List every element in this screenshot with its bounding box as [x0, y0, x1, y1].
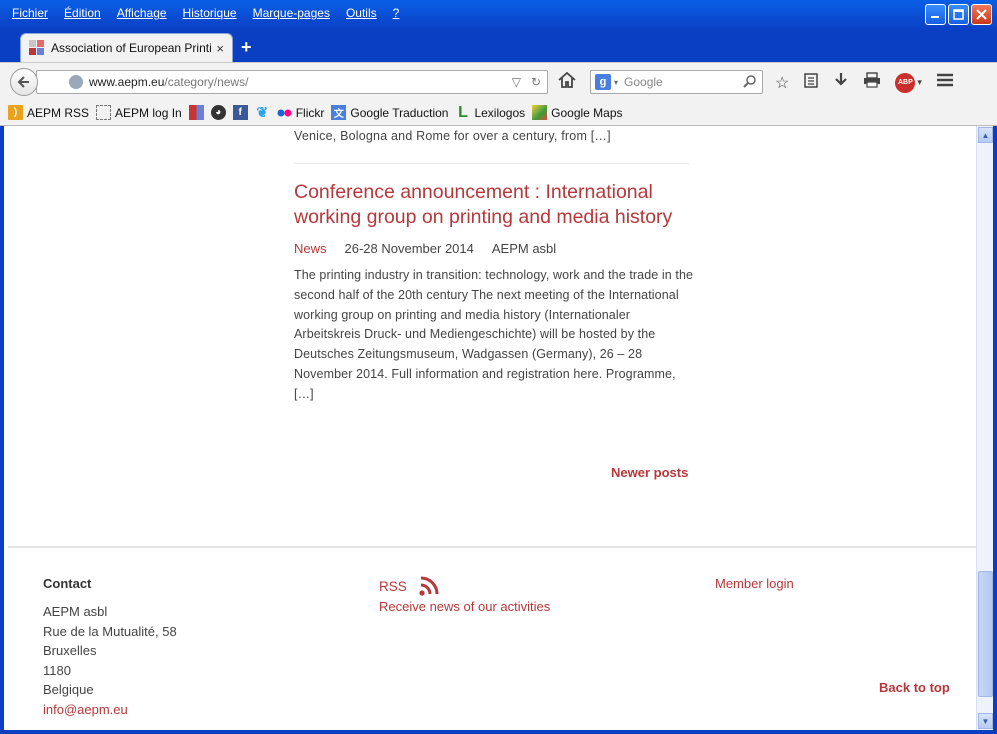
translate-icon: 文 — [331, 105, 347, 120]
bookmark-star-icon[interactable]: ☆ — [775, 73, 789, 93]
footer-divider — [8, 546, 976, 548]
menu-affichage[interactable]: Affichage — [109, 4, 175, 24]
url-host: www.aepm.eu — [89, 75, 165, 89]
bookmark-facebook[interactable]: f — [232, 105, 248, 120]
tab-close-icon[interactable]: × — [216, 41, 224, 56]
engine-dropdown-icon[interactable]: ▾ — [614, 78, 618, 87]
post-meta: News 26-28 November 2014 AEPM asbl — [294, 241, 556, 256]
search-bar[interactable]: g ▾ Google — [590, 70, 763, 94]
menu-historique[interactable]: Historique — [175, 4, 245, 24]
url-bar[interactable]: www.aepm.eu/category/news/ ▽ ↻ — [36, 70, 548, 94]
back-to-top-link[interactable]: Back to top — [879, 680, 950, 695]
bookmark-lexilogos[interactable]: L Lexilogos — [455, 103, 525, 121]
bookmark-aepm-rss[interactable]: ) AEPM RSS — [8, 105, 89, 120]
maps-icon — [532, 105, 548, 120]
bookmark-google-maps[interactable]: Google Maps — [532, 105, 623, 120]
bookmark-twitter[interactable]: ❦ — [255, 104, 270, 120]
url-path: /category/news/ — [164, 75, 249, 89]
post-excerpt: The printing industry in transition: tec… — [294, 268, 694, 401]
post-author: AEPM asbl — [491, 241, 557, 256]
rss-label: RSS — [379, 578, 407, 594]
bookmark-google-traduction[interactable]: 文 Google Traduction — [331, 105, 448, 120]
search-placeholder: Google — [624, 75, 663, 89]
tab-title: Association of European Printi... — [51, 41, 213, 55]
menu-help[interactable]: ? — [385, 4, 408, 24]
globe-icon — [69, 75, 83, 89]
scroll-thumb[interactable] — [978, 571, 993, 697]
page-viewport: Venice, Bologna and Rome for over a cent… — [4, 126, 993, 730]
download-icon[interactable] — [833, 72, 849, 93]
adblock-dropdown-icon[interactable]: ▾ — [917, 77, 922, 88]
contact-email-link[interactable]: info@aepm.eu — [43, 700, 177, 720]
menu-edition[interactable]: Édition — [56, 4, 109, 24]
contact-line: 1180 — [43, 662, 71, 678]
rss-feed-icon[interactable] — [419, 576, 439, 596]
bookmarks-bar: ) AEPM RSS AEPM log In ◕ f ❦ Flickr 文 Go… — [0, 100, 997, 126]
rss-link[interactable]: RSS — [379, 576, 439, 596]
vertical-scrollbar[interactable]: ▲ ▼ — [976, 126, 993, 730]
window-controls — [925, 4, 992, 25]
minimize-icon[interactable] — [925, 4, 946, 25]
member-login-link[interactable]: Member login — [715, 576, 794, 591]
contact-address: AEPM asbl Rue de la Mutualité, 58 Bruxel… — [43, 602, 177, 720]
google-engine-icon[interactable]: g — [595, 74, 611, 90]
close-window-icon[interactable] — [971, 4, 992, 25]
maximize-icon[interactable] — [948, 4, 969, 25]
post-divider — [294, 163, 689, 164]
adblock-icon[interactable]: ABP — [895, 72, 916, 93]
new-tab-button[interactable]: + — [241, 37, 252, 58]
browser-window: Fichier Édition Affichage Historique Mar… — [0, 0, 997, 734]
menu-bar: Fichier Édition Affichage Historique Mar… — [4, 4, 407, 24]
scroll-up-icon[interactable]: ▲ — [978, 127, 993, 143]
scroll-down-icon[interactable]: ▼ — [978, 713, 993, 729]
contact-line: AEPM asbl — [43, 604, 108, 619]
search-icon[interactable] — [743, 74, 757, 91]
reload-icon[interactable]: ↻ — [531, 75, 541, 89]
menu-fichier[interactable]: Fichier — [4, 4, 56, 24]
dropdown-arrow-icon[interactable]: ▽ — [512, 75, 521, 89]
contact-line: Bruxelles — [43, 643, 97, 659]
flickr-icon — [277, 105, 292, 120]
post-title-link[interactable]: Conference announcement : International … — [294, 180, 694, 230]
page-icon — [96, 105, 112, 120]
back-arrow-icon — [17, 76, 29, 88]
reading-list-icon[interactable] — [803, 72, 819, 93]
print-icon[interactable] — [863, 72, 881, 93]
contact-heading: Contact — [43, 576, 92, 591]
rss-folder-icon: ) — [8, 105, 23, 120]
aepm-favicon-icon — [188, 105, 204, 120]
previous-post-excerpt: Venice, Bologna and Rome for over a cent… — [294, 129, 611, 143]
contact-line: Rue de la Mutualité, 58 — [43, 623, 177, 639]
hamburger-menu-icon[interactable] — [936, 72, 954, 93]
home-icon[interactable] — [558, 71, 576, 93]
back-button[interactable] — [10, 68, 38, 96]
bookmark-penguin[interactable]: ◕ — [210, 105, 226, 120]
lexilogos-icon: L — [458, 103, 468, 121]
post-category-link[interactable]: News — [294, 241, 327, 256]
aepm-favicon-icon — [29, 40, 45, 56]
penguin-icon: ◕ — [210, 105, 226, 120]
bookmark-aepm-login[interactable]: AEPM log In — [96, 105, 182, 120]
twitter-icon: ❦ — [256, 104, 269, 120]
navigation-bar: www.aepm.eu/category/news/ ▽ ↻ g ▾ Googl… — [0, 62, 997, 100]
tab-aepm[interactable]: Association of European Printi... × — [20, 33, 233, 62]
toolbar-icons: ☆ ABP ▾ — [775, 72, 954, 93]
post-date: 26-28 November 2014 — [344, 241, 474, 256]
menu-marque-pages[interactable]: Marque-pages — [245, 4, 338, 24]
bookmark-aepm-site[interactable] — [188, 105, 204, 120]
bookmark-flickr[interactable]: Flickr — [277, 105, 324, 120]
tab-strip: Association of European Printi... × + — [0, 30, 997, 62]
contact-line: Belgique — [43, 682, 94, 698]
rss-subtitle-link[interactable]: Receive news of our activities — [379, 599, 550, 614]
newer-posts-link[interactable]: Newer posts — [611, 465, 688, 480]
facebook-icon: f — [232, 105, 248, 120]
menu-outils[interactable]: Outils — [338, 4, 385, 24]
